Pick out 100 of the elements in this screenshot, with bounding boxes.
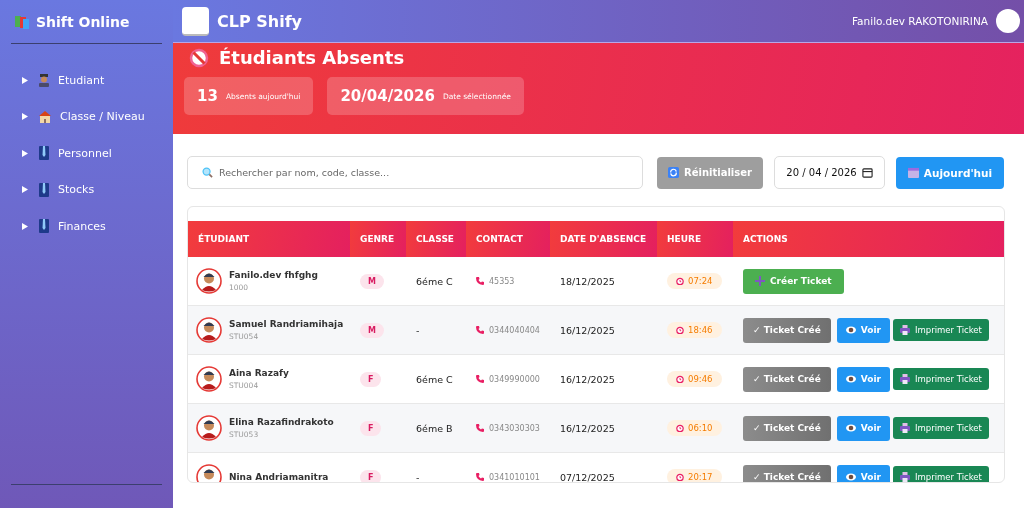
phone-number: 0341010101 xyxy=(489,472,540,482)
phone-number: 0344040404 xyxy=(489,325,540,335)
student-name: Nina Andriamanitra xyxy=(229,472,329,482)
expand-arrow-icon xyxy=(22,76,28,84)
eye-icon xyxy=(845,473,856,481)
student-name: Fanilo.dev fhfghg xyxy=(229,270,318,280)
page-title: Étudiants Absents xyxy=(219,47,405,68)
suit-icon xyxy=(38,146,50,161)
prohibited-icon xyxy=(189,47,209,68)
view-button[interactable]: Voir xyxy=(836,415,890,441)
books-icon xyxy=(14,13,30,30)
ticket-created-button[interactable]: ✓ Ticket Créé xyxy=(743,366,831,392)
calendar-icon xyxy=(907,167,919,178)
expand-arrow-icon xyxy=(22,222,28,230)
time-badge: 07:24 xyxy=(667,273,722,289)
user-avatar[interactable] xyxy=(996,9,1020,33)
ticket-created-button[interactable]: ✓ Ticket Créé xyxy=(743,464,831,482)
column-header: ACTIONS xyxy=(733,221,1004,257)
printer-icon xyxy=(899,374,910,384)
sidebar-item[interactable]: Personnel xyxy=(11,135,162,172)
suit-icon xyxy=(38,219,50,234)
print-ticket-button[interactable]: Imprimer Ticket xyxy=(892,417,989,439)
reset-button[interactable]: Réinitialiser xyxy=(657,156,763,189)
alarm-clock-icon xyxy=(676,375,684,383)
student-name: Samuel Randriamihaja xyxy=(229,319,344,329)
view-button[interactable]: Voir xyxy=(836,464,890,482)
view-button[interactable]: Voir xyxy=(836,317,890,343)
phone-icon xyxy=(476,277,484,285)
absence-date: 07/12/2025 xyxy=(560,471,615,482)
column-header: GENRE xyxy=(350,221,406,257)
time-badge: 09:46 xyxy=(667,371,722,387)
expand-arrow-icon xyxy=(22,186,28,194)
view-button[interactable]: Voir xyxy=(836,366,890,392)
printer-icon xyxy=(899,325,910,335)
time-badge: 20:17 xyxy=(667,469,722,482)
gender-badge: M xyxy=(360,322,384,338)
time-badge: 06:10 xyxy=(667,420,722,436)
student-icon xyxy=(38,73,50,87)
school-icon xyxy=(38,110,52,124)
alarm-clock-icon xyxy=(676,424,684,432)
create-ticket-button[interactable]: Créer Ticket xyxy=(743,268,844,294)
student-name: Elina Razafindrakoto xyxy=(229,417,334,427)
sidebar-item[interactable]: Stocks xyxy=(11,171,162,208)
avatar-icon xyxy=(196,317,222,343)
refresh-icon xyxy=(668,167,680,178)
column-header: HEURE xyxy=(657,221,733,257)
plus-icon xyxy=(755,276,765,286)
app-title: CLP Shify xyxy=(217,11,303,31)
gender-badge: F xyxy=(360,469,382,482)
app-title: Shift Online xyxy=(36,13,130,30)
avatar-icon xyxy=(196,366,222,392)
print-ticket-button[interactable]: Imprimer Ticket xyxy=(892,466,989,482)
eye-icon xyxy=(845,424,856,432)
class-cell: 6éme B xyxy=(416,422,453,434)
gender-badge: M xyxy=(360,273,384,289)
column-header: ÉTUDIANT xyxy=(188,221,350,257)
time-badge: 18:46 xyxy=(667,322,722,338)
phone-icon xyxy=(476,424,484,432)
absence-date: 18/12/2025 xyxy=(560,275,615,287)
suit-icon xyxy=(38,182,50,197)
class-cell: 6éme C xyxy=(416,275,453,287)
class-cell: - xyxy=(416,324,420,336)
stat-value: 13 xyxy=(197,87,218,105)
column-header: DATE D'ABSENCE xyxy=(550,221,657,257)
alarm-clock-icon xyxy=(676,473,684,481)
phone-icon xyxy=(476,375,484,383)
absence-date: 16/12/2025 xyxy=(560,324,615,336)
gender-badge: F xyxy=(360,371,382,387)
sidebar-item[interactable]: Finances xyxy=(11,208,162,245)
print-ticket-button[interactable]: Imprimer Ticket xyxy=(892,368,989,390)
avatar-icon xyxy=(196,268,222,294)
phone-number: 0349990000 xyxy=(489,374,540,384)
ticket-created-button[interactable]: ✓ Ticket Créé xyxy=(743,415,831,441)
ticket-created-button[interactable]: ✓ Ticket Créé xyxy=(743,317,831,343)
stat-value: 20/04/2026 xyxy=(340,87,435,105)
class-cell: 6éme C xyxy=(416,373,453,385)
absence-date: 16/12/2025 xyxy=(560,373,615,385)
student-name: Aina Razafy xyxy=(229,368,289,378)
phone-number: 0343030303 xyxy=(489,423,540,433)
column-header: CLASSE xyxy=(406,221,466,257)
sidebar-item[interactable]: Etudiant xyxy=(11,62,162,99)
column-header: CONTACT xyxy=(466,221,550,257)
gender-badge: F xyxy=(360,420,382,436)
user-name: Fanilo.dev RAKOTONIRINA xyxy=(852,15,988,27)
today-button[interactable]: Aujourd'hui xyxy=(896,156,1004,189)
calendar-icon xyxy=(861,167,873,178)
printer-icon xyxy=(899,423,910,433)
absence-date: 16/12/2025 xyxy=(560,422,615,434)
print-ticket-button[interactable]: Imprimer Ticket xyxy=(892,319,989,341)
search-field[interactable]: Rechercher par nom, code, classe... xyxy=(187,156,643,189)
sidebar-item[interactable]: Classe / Niveau xyxy=(11,98,162,135)
phone-number: 45353 xyxy=(489,276,515,286)
eye-icon xyxy=(845,326,856,334)
phone-icon xyxy=(476,326,484,334)
eye-icon xyxy=(845,375,856,383)
alarm-clock-icon xyxy=(676,277,684,285)
phone-icon xyxy=(476,473,484,481)
avatar-icon xyxy=(196,415,222,441)
date-field[interactable]: 20 / 04 / 2026 xyxy=(774,156,885,189)
logo-placeholder xyxy=(182,6,209,36)
